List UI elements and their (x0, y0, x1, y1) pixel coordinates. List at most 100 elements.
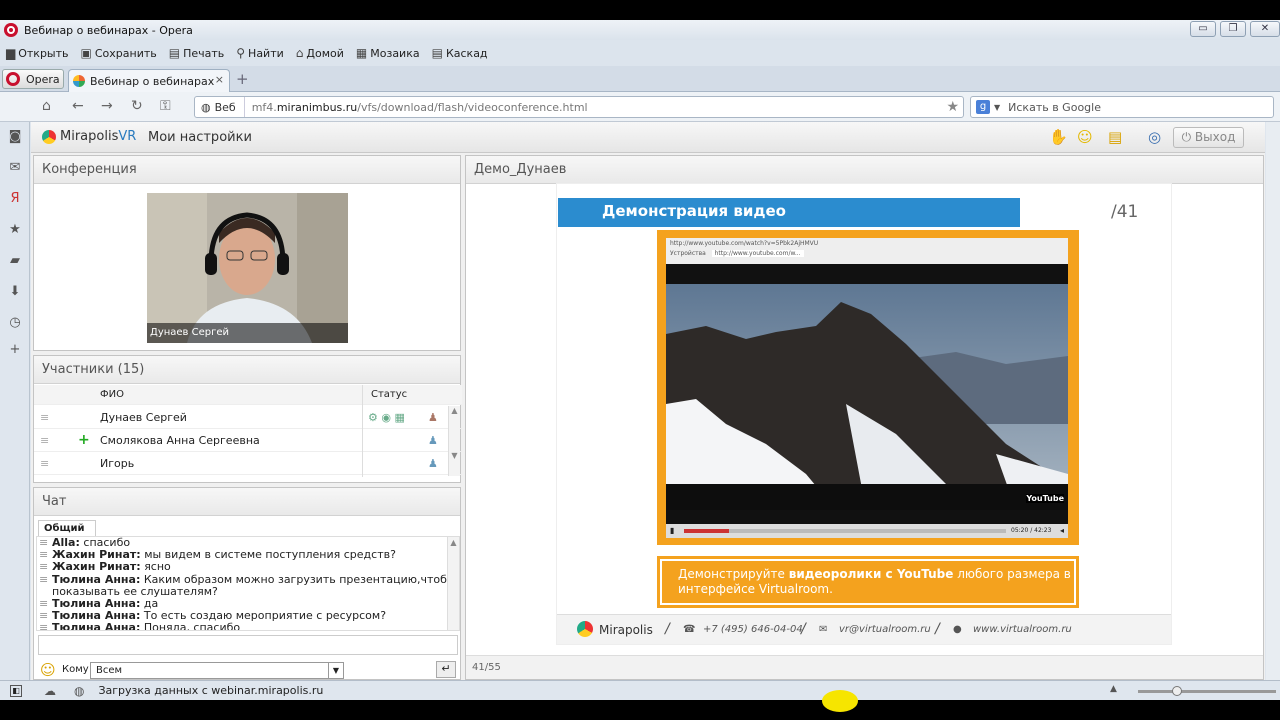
col-status-header[interactable]: Статус (362, 385, 407, 405)
bookmarks-star-icon[interactable]: ★ (7, 222, 23, 238)
opera-menu-button[interactable]: Opera (2, 69, 64, 89)
new-tab-button[interactable]: + (236, 70, 249, 88)
user-icon: ♟ (428, 434, 438, 447)
close-window-button[interactable]: ✕ (1250, 21, 1280, 37)
recipient-select[interactable]: Всем ▼ (90, 662, 344, 679)
speed-dial-icon[interactable]: ◙ (7, 129, 23, 145)
search-engine-dropdown-icon[interactable]: ▼ (994, 103, 1000, 112)
close-tab-icon[interactable]: × (215, 73, 224, 86)
chat-log: Alla: спасибо Жахин Ринат: мы видем в си… (36, 536, 460, 631)
chat-message-input[interactable] (38, 635, 458, 655)
table-row[interactable]: ≡ + Смолякова Анна Сергеевна ♟ (34, 429, 462, 452)
video-controls[interactable]: ▮ 05:20 / 42:23 ◂ (666, 524, 1068, 538)
back-icon[interactable]: ← (72, 98, 84, 114)
user-icon: ♟ (428, 457, 438, 470)
menu-cascade[interactable]: ▤ Каскад (432, 46, 488, 60)
title-bar: Вебинар о вебинарах - Opera ▭ ❐ ✕ (0, 20, 1280, 40)
drag-handle-icon[interactable]: ≡ (40, 429, 49, 452)
to-label: Кому (62, 664, 89, 675)
add-plus-icon[interactable]: + (78, 429, 90, 452)
participants-scrollbar[interactable]: ▲ ▼ (448, 406, 460, 476)
menu-home[interactable]: ⌂ Домой (296, 46, 344, 60)
connection-icon[interactable]: ◎ (1148, 128, 1161, 146)
slide-footer: Mirapolis / ☎ +7 (495) 646-04-04 / ✉ vr@… (557, 614, 1171, 644)
history-clock-icon[interactable]: ◷ (7, 315, 23, 331)
zoom-slider[interactable] (1138, 686, 1276, 696)
view-up-icon[interactable]: ▲ (1110, 684, 1117, 694)
bookmark-star-icon[interactable]: ★ (946, 99, 959, 115)
window-title: Вебинар о вебинарах - Opera (24, 23, 193, 37)
slide-number: /41 (1111, 202, 1139, 222)
table-row[interactable]: ≡ Игорь ♟ (34, 452, 462, 475)
menu-save[interactable]: ▣ Сохранить (81, 46, 157, 60)
presentation-title: Демо_Дунаев (466, 156, 1263, 184)
globe-icon: ◍ (201, 100, 211, 114)
tile-icon: ▦ (355, 46, 368, 60)
smiley-picker-icon[interactable]: ☺ (40, 661, 56, 679)
notes-folder-icon[interactable]: ▤ (1108, 128, 1122, 146)
video-seek-bar[interactable] (684, 529, 1006, 533)
raise-hand-icon[interactable]: ✋ (1049, 128, 1068, 146)
cloud-icon[interactable]: ☁ (44, 684, 56, 698)
forward-icon[interactable]: → (101, 98, 113, 114)
col-name-header[interactable]: ФИО (100, 385, 124, 408)
status-bar: ◧ ☁ ◍ Загрузка данных с webinar.mirapoli… (0, 680, 1280, 700)
participants-panel: Участники (15) ФИО Статус ≡ Дунаев Серге… (33, 355, 462, 483)
play-pause-icon[interactable]: ▮ (670, 526, 674, 535)
downloads-icon[interactable]: ⬇ (7, 284, 23, 300)
cascade-icon: ▤ (431, 46, 443, 60)
footer-phone: +7 (495) 646-04-04 (703, 624, 803, 635)
volume-icon[interactable]: ◂ (1060, 526, 1064, 535)
mail-icon[interactable]: ✉ (7, 160, 23, 176)
video-time: 05:20 / 42:23 (1011, 527, 1052, 534)
send-button[interactable]: ↵ (436, 661, 456, 678)
yandex-icon[interactable]: Я (7, 191, 23, 207)
drag-handle-icon[interactable]: ≡ (40, 452, 49, 475)
webcam-video[interactable]: Дунаев Сергей (147, 193, 348, 343)
mirapolis-app: Mirapolis VR Мои настройки ✋ ☺ ▤ ◎ ⏻ Выхо… (31, 122, 1265, 680)
search-field[interactable]: g ▼ Искать в Google (970, 96, 1274, 118)
navigation-bar: ⌂ ← → ↻ ⚿ ◍ Веб mf4.miranimbus.ru/vfs/dow… (0, 92, 1280, 122)
home-icon[interactable]: ⌂ (42, 98, 51, 114)
menu-find[interactable]: ⚲ Найти (236, 46, 284, 60)
chevron-down-icon: ▼ (328, 663, 343, 678)
address-field[interactable]: ◍ Веб mf4.miranimbus.ru/vfs/download/flas… (194, 96, 964, 118)
notes-icon[interactable]: ▰ (7, 253, 23, 269)
menu-open[interactable]: ▆ Открыть (6, 46, 69, 60)
magnifier-icon: ⚲ (236, 46, 246, 60)
page-scrollbar[interactable] (1266, 122, 1280, 680)
web-badge[interactable]: ◍ Веб (195, 97, 245, 117)
menu-tile[interactable]: ▦ Мозаика (356, 46, 420, 60)
tab-general-chat[interactable]: Общий (38, 520, 96, 536)
panel-toggle-icon[interactable]: ◧ (10, 684, 22, 697)
mirapolis-logo: Mirapolis VR (42, 129, 136, 144)
key-icon[interactable]: ⚿ (160, 98, 171, 114)
chat-scrollbar[interactable]: ▲ (447, 537, 459, 630)
turbo-icon[interactable]: ◍ (74, 684, 84, 698)
folder-icon: ▆ (6, 46, 16, 60)
mountain-video-frame (666, 284, 1068, 510)
chat-title: Чат (34, 488, 460, 516)
my-settings-link[interactable]: Мои настройки (148, 130, 252, 145)
emotion-smiley-icon[interactable]: ☺ (1077, 128, 1093, 146)
slide-caption: Демонстрируйте видеоролики с YouTube люб… (657, 556, 1079, 608)
browser-window: Вебинар о вебинарах - Opera ▭ ❐ ✕ ▆ Откры… (0, 20, 1280, 700)
minimize-button[interactable]: ▭ (1190, 21, 1216, 37)
column-divider (362, 405, 363, 477)
menu-bar: ▆ Открыть ▣ Сохранить ▤ Печать ⚲ Найти ⌂ Домо… (0, 40, 1280, 66)
slide-page-counter: 41/55 (466, 655, 1263, 679)
participant-name: Игорь (100, 457, 135, 470)
drag-handle-icon[interactable]: ≡ (40, 406, 49, 429)
cursor-highlight (822, 690, 858, 712)
maximize-button[interactable]: ❐ (1220, 21, 1246, 37)
embedded-youtube-video[interactable]: http://www.youtube.com/watch?v=5Pbk2AjHM… (666, 238, 1068, 538)
home-icon: ⌂ (295, 46, 304, 60)
menu-print[interactable]: ▤ Печать (169, 46, 225, 60)
exit-button[interactable]: ⏻ Выход (1173, 127, 1244, 148)
user-presenter-icon: ♟ (428, 411, 438, 424)
reload-icon[interactable]: ↻ (131, 98, 143, 114)
add-panel-icon[interactable]: + (7, 342, 23, 358)
tab-favicon-icon (73, 75, 85, 87)
tab-webinar[interactable]: Вебинар о вебинарах × (68, 69, 230, 92)
table-row[interactable]: ≡ Дунаев Сергей ⚙ ◉ ▦ ♟ (34, 406, 462, 429)
